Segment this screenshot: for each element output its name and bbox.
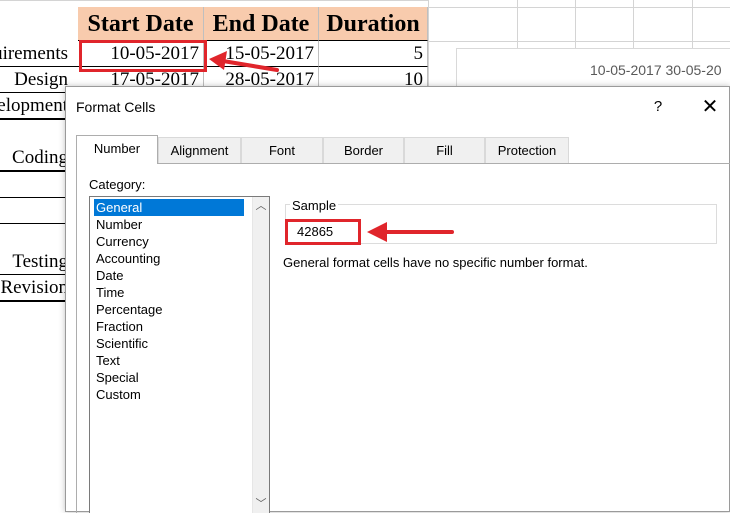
category-item-special[interactable]: Special (94, 369, 141, 386)
sample-value: 42865 (297, 224, 334, 239)
arrow-icon (367, 222, 454, 242)
task-label: Testing (12, 251, 68, 272)
tab-alignment[interactable]: Alignment (158, 137, 241, 163)
task-cell[interactable]: Requirements (0, 41, 78, 67)
task-label: Requirements (0, 43, 68, 64)
category-item-text[interactable]: Text (94, 352, 122, 369)
help-icon[interactable]: ? (646, 95, 670, 119)
header-end-date[interactable]: End Date (204, 7, 319, 41)
format-cells-dialog[interactable]: Format Cells ? ✕ Number Alignment Font B… (65, 86, 730, 513)
category-item-fraction[interactable]: Fraction (94, 318, 145, 335)
category-item-number[interactable]: Number (94, 216, 144, 233)
header-start-date[interactable]: Start Date (78, 7, 204, 41)
tab-protection[interactable]: Protection (485, 137, 569, 163)
category-item-custom[interactable]: Custom (94, 386, 143, 403)
tab-border[interactable]: Border (323, 137, 404, 163)
sample-label: Sample (290, 198, 339, 213)
tab-bar: Number Alignment Font Border Fill Protec… (76, 135, 721, 164)
category-item-percentage[interactable]: Percentage (94, 301, 165, 318)
dialog-title: Format Cells (76, 99, 156, 115)
header-duration[interactable]: Duration (319, 7, 428, 41)
category-list[interactable]: General Number Currency Accounting Date … (89, 196, 270, 513)
category-item-currency[interactable]: Currency (94, 233, 151, 250)
chart-axis-labels: 10-05-2017 30-05-20 (590, 62, 722, 78)
chevron-down-icon[interactable]: ﹀ (253, 497, 269, 511)
category-item-date[interactable]: Date (94, 267, 125, 284)
task-label: Development (0, 95, 68, 116)
task-label: Design (14, 69, 68, 90)
category-item-accounting[interactable]: Accounting (94, 250, 162, 267)
gridline (0, 0, 428, 1)
cell-highlight-box (79, 40, 207, 72)
gridline (428, 41, 730, 42)
tab-number[interactable]: Number (76, 135, 158, 164)
format-description: General format cells have no specific nu… (283, 255, 588, 270)
category-item-time[interactable]: Time (94, 284, 126, 301)
category-item-general[interactable]: General (94, 199, 244, 216)
task-label: Revision (0, 277, 68, 298)
category-label: Category: (89, 177, 146, 192)
category-scrollbar[interactable]: ︿ ﹀ (252, 197, 269, 513)
gridline (428, 7, 730, 8)
duration-cell[interactable]: 5 (319, 41, 428, 67)
category-item-scientific[interactable]: Scientific (94, 335, 150, 352)
close-icon[interactable]: ✕ (698, 95, 722, 119)
chevron-up-icon[interactable]: ︿ (253, 199, 269, 213)
tab-fill[interactable]: Fill (404, 137, 485, 163)
task-label: Coding (12, 147, 68, 168)
arrow-icon (209, 51, 279, 72)
tab-font[interactable]: Font (241, 137, 323, 163)
